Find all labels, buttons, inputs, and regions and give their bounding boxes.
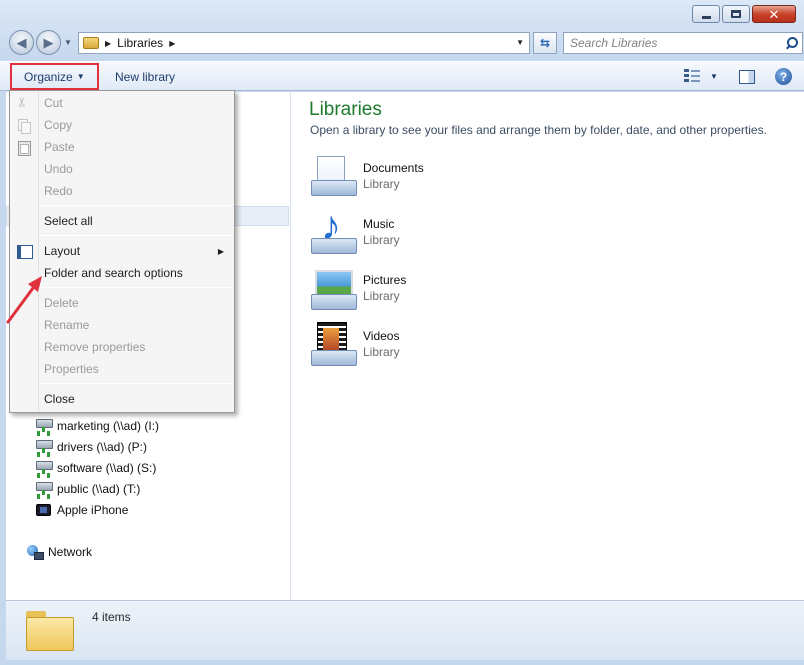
documents-library-icon [309,154,357,202]
page-subtitle: Open a library to see your files and arr… [310,123,767,137]
page-title: Libraries [309,99,382,120]
videos-library-icon [309,322,357,370]
command-bar: Organize ▼ New library ▼ ? [0,61,804,91]
library-item-music[interactable]: Music Library [309,204,400,258]
copy-icon [17,118,31,134]
details-pane: 4 items [6,600,804,660]
organize-label: Organize [24,69,73,84]
menu-separator [40,287,232,288]
menu-item-undo[interactable]: Undo [10,158,234,180]
close-window-button[interactable]: ✕ [752,5,796,23]
content-pane: Libraries Open a library to see your fil… [291,92,804,600]
menu-separator [40,235,232,236]
tree-item-network[interactable]: Network [26,544,92,560]
navigation-row: ◀ ▶ ▼ ▶ Libraries ▶ ▼ ⇆ [0,28,804,58]
library-name: Videos [363,329,400,343]
breadcrumb-arrow-icon[interactable]: ▶ [169,39,175,48]
minimize-icon [701,15,711,19]
network-icon [26,544,44,560]
refresh-icon: ⇆ [539,36,551,50]
menu-item-remove-properties[interactable]: Remove properties [10,336,234,358]
library-item-videos[interactable]: Videos Library [309,322,400,370]
scissors-icon [17,96,31,110]
menu-item-redo[interactable]: Redo [10,180,234,202]
details-view-icon [684,69,700,83]
item-count: 4 items [92,610,131,624]
library-name: Pictures [363,273,407,287]
drive-label: marketing (\\ad) (I:) [57,418,160,433]
tree-item-drive[interactable]: marketing (\\ad) (I:) [36,418,159,433]
network-drive-icon [36,481,53,496]
maximize-icon [731,10,741,18]
drive-label: software (\\ad) (S:) [57,460,157,475]
minimize-button[interactable] [692,5,720,23]
network-label: Network [48,545,93,559]
network-drive-icon [36,439,53,454]
chevron-down-icon: ▼ [710,71,718,81]
drive-label: public (\\ad) (T:) [57,481,141,496]
iphone-icon [36,504,51,516]
layout-icon [17,244,33,259]
submenu-arrow-icon: ▶ [217,246,224,256]
back-arrow-icon: ◀ [16,34,27,50]
maximize-button[interactable] [722,5,750,23]
drive-label: drivers (\\ad) (P:) [57,439,148,454]
preview-pane-button[interactable] [739,70,755,84]
tree-item-apple-iphone[interactable]: Apple iPhone [36,503,128,517]
network-drive-icon [36,418,53,433]
tree-item-drive[interactable]: drivers (\\ad) (P:) [36,439,147,454]
organize-menu: Cut Copy Paste Undo Redo Select all Layo… [9,90,235,413]
libraries-folder-icon [83,37,99,49]
menu-item-copy[interactable]: Copy [10,114,234,136]
folder-icon [26,607,74,653]
library-item-documents[interactable]: Documents Library [309,154,424,202]
refresh-button[interactable]: ⇆ [533,32,557,54]
menu-separator [40,205,232,206]
help-icon[interactable]: ? [775,68,792,85]
address-history-dropdown[interactable]: ▼ [516,38,524,47]
recent-pages-dropdown[interactable]: ▼ [64,38,72,47]
menu-item-layout[interactable]: Layout ▶ [10,240,234,262]
annotation-arrow [6,276,42,324]
library-type: Library [363,289,400,303]
menu-item-cut[interactable]: Cut [10,92,234,114]
menu-separator [40,383,232,384]
pictures-library-icon [309,266,357,314]
tree-item-drive[interactable]: public (\\ad) (T:) [36,481,140,496]
forward-button[interactable]: ▶ [36,30,61,55]
breadcrumb-arrow-icon[interactable]: ▶ [105,39,111,48]
address-bar[interactable]: ▶ Libraries ▶ ▼ [78,32,530,54]
paste-icon [17,140,31,156]
library-name: Music [363,217,395,231]
menu-item-paste[interactable]: Paste [10,136,234,158]
explorer-window: ✕ ◀ ▶ ▼ ▶ Libraries ▶ ▼ ⇆ Organize ▼ New… [0,0,804,665]
library-type: Library [363,233,400,247]
library-name: Documents [363,161,424,175]
library-item-pictures[interactable]: Pictures Library [309,266,406,314]
device-label: Apple iPhone [57,503,129,517]
search-box [563,32,803,54]
back-button[interactable]: ◀ [9,30,34,55]
menu-item-select-all[interactable]: Select all [10,210,234,232]
organize-button[interactable]: Organize ▼ [10,63,99,90]
change-view-button[interactable]: ▼ [684,69,718,83]
library-type: Library [363,177,400,191]
breadcrumb-libraries[interactable]: Libraries [117,36,163,50]
chevron-down-icon: ▼ [76,72,85,81]
forward-arrow-icon: ▶ [43,34,54,50]
library-type: Library [363,345,400,359]
music-library-icon [309,204,357,258]
network-drive-icon [36,460,53,475]
tree-item-drive[interactable]: software (\\ad) (S:) [36,460,156,475]
search-icon[interactable] [784,36,798,50]
new-library-button[interactable]: New library [115,70,175,84]
close-icon: ✕ [768,6,780,22]
search-input[interactable] [564,34,784,52]
menu-item-close[interactable]: Close [10,388,234,410]
menu-item-properties[interactable]: Properties [10,358,234,380]
window-controls: ✕ [692,5,796,23]
